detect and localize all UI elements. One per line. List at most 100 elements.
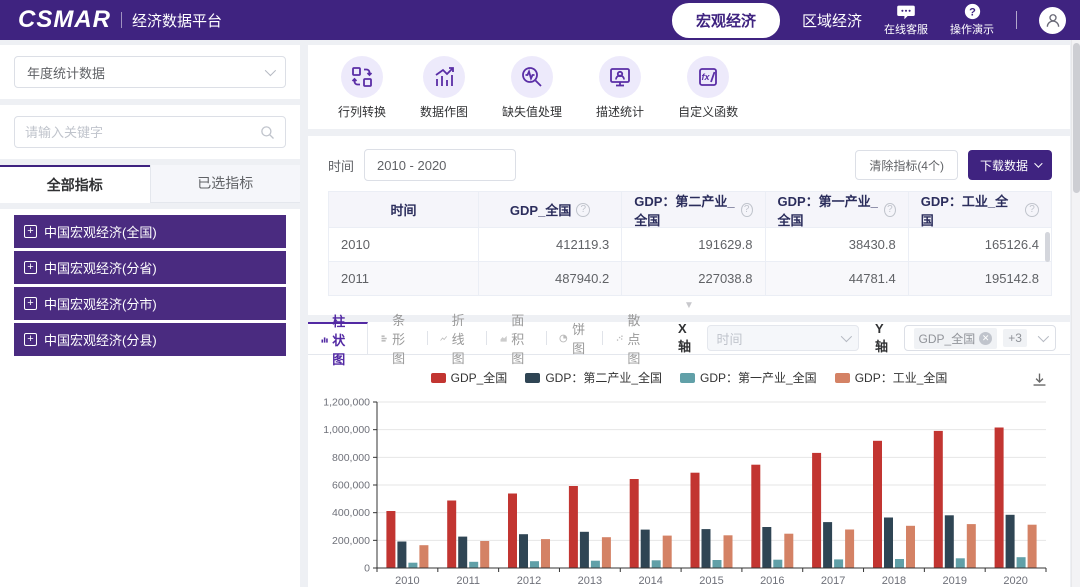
- data-table: 时间 GDP_全国? GDP：第二产业_全国? GDP：第一产业_全国? GDP…: [328, 191, 1052, 296]
- page-scrollbar-thumb[interactable]: [1073, 43, 1080, 193]
- tree-item-label: 中国宏观经济(分省): [44, 258, 157, 277]
- svg-text:2010: 2010: [395, 575, 419, 587]
- column-header-secondary[interactable]: GDP：第二产业_全国?: [622, 192, 765, 228]
- cell-value: 165126.4: [909, 228, 1051, 262]
- column-header-gdp[interactable]: GDP_全国?: [479, 192, 622, 228]
- legend-swatch: [680, 373, 695, 383]
- tag-close-icon[interactable]: ✕: [979, 332, 992, 345]
- tree-item-province[interactable]: + 中国宏观经济(分省): [14, 251, 286, 284]
- legend-item[interactable]: GDP：工业_全国: [835, 369, 948, 386]
- tab-hbar-chart[interactable]: 条形图: [368, 322, 427, 354]
- tool-descriptive-stats[interactable]: 描述统计: [596, 56, 644, 120]
- chart-download-icon[interactable]: [1031, 371, 1048, 391]
- search-input[interactable]: [25, 125, 260, 140]
- tool-custom-function[interactable]: fx 自定义函数: [678, 56, 738, 120]
- legend-label: GDP_全国: [451, 369, 508, 386]
- clear-indicators-button[interactable]: 清除指标(4个): [855, 150, 958, 180]
- expand-plus-icon[interactable]: +: [24, 225, 37, 238]
- column-header-time[interactable]: 时间: [329, 192, 479, 228]
- indicator-tabs: 全部指标 已选指标: [0, 165, 300, 203]
- page-scrollbar[interactable]: [1071, 40, 1080, 587]
- scatter-chart-icon: [616, 332, 623, 345]
- pie-chart-icon: [559, 332, 568, 345]
- info-icon[interactable]: ?: [884, 203, 896, 217]
- tab-all-indicators[interactable]: 全部指标: [0, 165, 150, 203]
- svg-text:2020: 2020: [1003, 575, 1027, 587]
- dataset-select-value: 年度统计数据: [27, 63, 105, 82]
- expand-plus-icon[interactable]: +: [24, 333, 37, 346]
- svg-text:2013: 2013: [578, 575, 602, 587]
- column-header-industry[interactable]: GDP：工业_全国?: [909, 192, 1051, 228]
- bar-chart-icon: [432, 65, 456, 89]
- info-icon[interactable]: ?: [576, 203, 590, 217]
- tab-area-chart[interactable]: 面积图: [487, 322, 546, 354]
- legend-item[interactable]: GDP：第二产业_全国: [525, 369, 662, 386]
- operation-demo[interactable]: ? 操作演示: [950, 3, 994, 37]
- nav-macro-economy[interactable]: 宏观经济: [672, 3, 780, 38]
- area-chart-icon: [500, 332, 507, 345]
- dataset-select[interactable]: 年度统计数据: [14, 56, 286, 88]
- chevron-down-icon: [1034, 159, 1042, 167]
- legend-label: GDP：第二产业_全国: [545, 369, 662, 386]
- svg-text:800,000: 800,000: [332, 452, 370, 464]
- cell-value: 38430.8: [766, 228, 909, 262]
- tool-missing-values[interactable]: 缺失值处理: [502, 56, 562, 120]
- chevron-down-icon: [265, 65, 276, 76]
- chat-bubble-icon: [896, 4, 916, 20]
- cell-year: 2010: [329, 228, 479, 262]
- online-service[interactable]: 在线客服: [884, 4, 928, 37]
- column-header-primary[interactable]: GDP：第一产业_全国?: [766, 192, 909, 228]
- bar-chart[interactable]: 0200,000400,000600,000800,0001,000,0001,…: [308, 390, 1070, 587]
- scroll-more-indicator[interactable]: ▼: [308, 298, 1070, 315]
- tab-pie-chart[interactable]: 饼图: [546, 322, 602, 354]
- transpose-icon: [350, 65, 374, 89]
- legend-item[interactable]: GDP_全国: [431, 369, 508, 386]
- action-toolbar: 行列转换 数据作图 缺失值处理 描述统计 fx 自定义函数: [308, 45, 1070, 129]
- time-range-value: 2010 - 2020: [377, 158, 446, 173]
- legend-swatch: [835, 373, 850, 383]
- time-label: 时间: [328, 156, 354, 175]
- keyword-search[interactable]: [14, 116, 286, 148]
- column-chart-icon: [321, 333, 328, 346]
- tab-bar-chart[interactable]: 柱状图: [308, 322, 368, 354]
- svg-text:0: 0: [364, 563, 370, 575]
- tab-scatter-chart[interactable]: 散点图: [603, 322, 662, 354]
- legend-item[interactable]: GDP：第一产业_全国: [680, 369, 817, 386]
- x-axis-select[interactable]: 时间: [707, 325, 859, 351]
- tool-label: 描述统计: [596, 103, 644, 120]
- tree-item-label: 中国宏观经济(全国): [44, 222, 157, 241]
- main-content: 行列转换 数据作图 缺失值处理 描述统计 fx 自定义函数 时间: [308, 45, 1070, 587]
- nav-regional-economy[interactable]: 区域经济: [802, 10, 862, 31]
- info-icon[interactable]: ?: [1025, 203, 1039, 217]
- magnifier-pulse-icon: [520, 65, 544, 89]
- tree-item-county[interactable]: +中国宏观经济(分县): [14, 323, 286, 356]
- tab-line-chart[interactable]: 折线图: [427, 322, 486, 354]
- time-range-input[interactable]: 2010 - 2020: [364, 149, 516, 181]
- csmar-logo: CSMAR: [18, 6, 111, 34]
- tree-item-national[interactable]: + 中国宏观经济(全国): [14, 215, 286, 248]
- tool-label: 自定义函数: [678, 103, 738, 120]
- tool-label: 缺失值处理: [502, 103, 562, 120]
- tab-selected-indicators[interactable]: 已选指标: [150, 165, 301, 203]
- expand-plus-icon[interactable]: +: [24, 261, 37, 274]
- expand-plus-icon[interactable]: +: [24, 297, 37, 310]
- svg-text:1,000,000: 1,000,000: [323, 424, 370, 436]
- user-icon: [1044, 11, 1062, 29]
- tree-item-city[interactable]: +中国宏观经济(分市): [14, 287, 286, 320]
- tool-transpose[interactable]: 行列转换: [338, 56, 386, 120]
- download-data-button[interactable]: 下载数据: [968, 150, 1052, 180]
- question-icon: ?: [964, 3, 981, 20]
- download-data-label: 下载数据: [980, 157, 1028, 174]
- user-avatar[interactable]: [1039, 7, 1066, 34]
- table-scrollbar[interactable]: [1045, 232, 1050, 262]
- svg-text:2016: 2016: [760, 575, 784, 587]
- y-axis-select[interactable]: GDP_全国✕ +3: [904, 325, 1056, 351]
- info-icon[interactable]: ?: [741, 203, 753, 217]
- svg-text:fx: fx: [702, 72, 711, 82]
- tool-plot-data[interactable]: 数据作图: [420, 56, 468, 120]
- svg-text:?: ?: [969, 6, 976, 18]
- logo-divider: [121, 12, 122, 28]
- operation-demo-label: 操作演示: [950, 21, 994, 37]
- y-axis-tag: GDP_全国✕: [914, 328, 998, 349]
- svg-text:2012: 2012: [517, 575, 541, 587]
